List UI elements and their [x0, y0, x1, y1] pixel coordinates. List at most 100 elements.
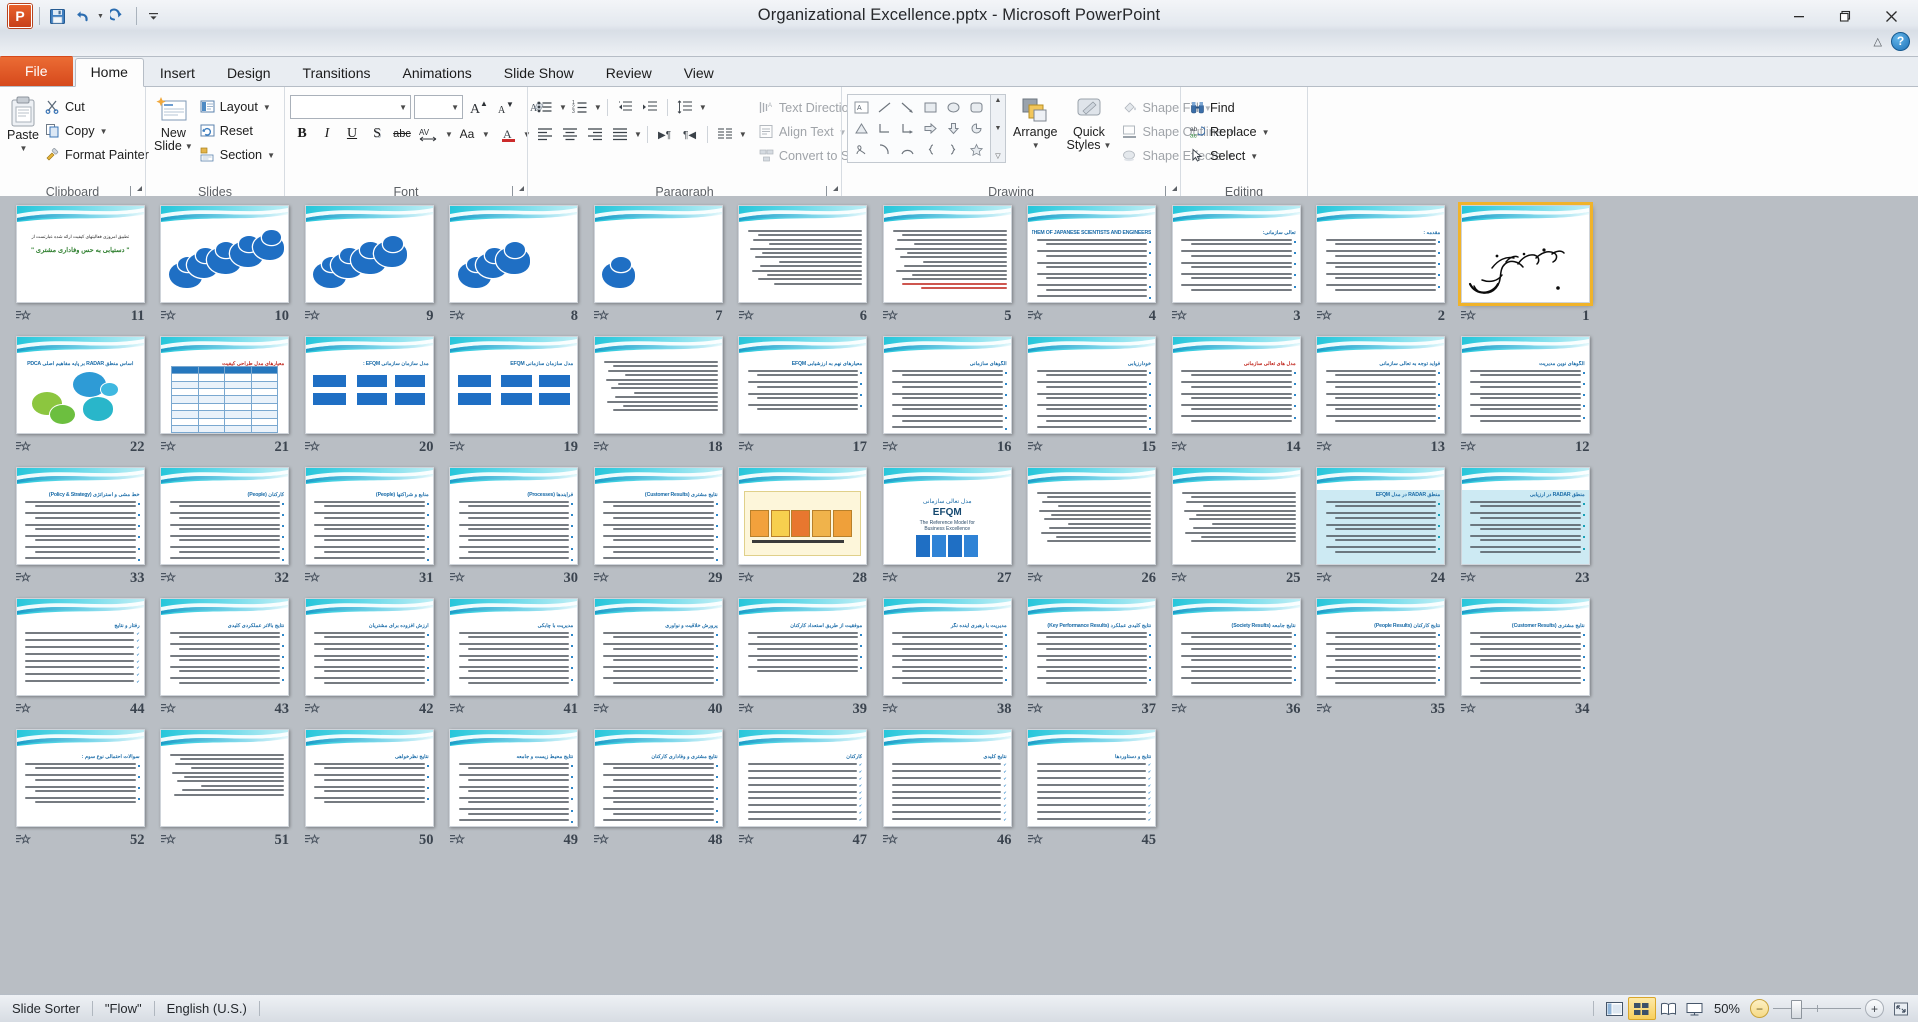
slide-cell[interactable]: مدل تعالی سازمانی EFQM The Reference Model…: [876, 467, 1019, 598]
slide-thumbnail[interactable]: مدل سازمان سازمانی EFQM: [449, 336, 579, 434]
slide-thumbnail[interactable]: منطق RADAR در مدل EFQM: [1316, 467, 1446, 565]
italic-button[interactable]: I: [315, 123, 339, 145]
shape-triangle-icon[interactable]: [850, 118, 873, 139]
character-spacing-dropdown-icon[interactable]: ▼: [445, 130, 453, 139]
gallery-scroll-down-icon[interactable]: ▼: [995, 125, 1002, 132]
slide-cell[interactable]: 8: [443, 205, 586, 336]
quick-styles-dropdown-icon[interactable]: ▼: [1104, 139, 1112, 152]
new-slide-button[interactable]: New Slide ▼: [151, 93, 196, 153]
slide-thumbnail[interactable]: منطق RADAR در ارزیابی: [1460, 467, 1590, 565]
slide-thumbnail-surface[interactable]: نتایج نظرخواهی: [304, 729, 434, 827]
slide-thumbnail-surface[interactable]: [1171, 467, 1301, 565]
slide-thumbnail-surface[interactable]: نتایج کارکنان (People Results): [1316, 598, 1446, 696]
slide-thumbnail[interactable]: نتایج جامعه (Society Results): [1171, 598, 1301, 696]
shrink-font-button[interactable]: A ▼: [493, 96, 517, 118]
slide-cell[interactable]: الگوهای نوین مدیریت 12: [1454, 336, 1597, 467]
slide-thumbnail[interactable]: [1171, 467, 1301, 565]
columns-dropdown-icon[interactable]: ▼: [739, 130, 747, 139]
slide-cell[interactable]: 1: [1454, 202, 1597, 336]
slide-thumbnail[interactable]: مقدمه :: [1316, 205, 1446, 303]
copy-button[interactable]: Copy ▼: [41, 119, 153, 143]
view-normal-button[interactable]: [1602, 998, 1628, 1019]
columns-button[interactable]: [713, 123, 737, 145]
font-color-button[interactable]: A: [497, 123, 521, 145]
bullets-button[interactable]: [533, 96, 557, 118]
slide-thumbnail-surface[interactable]: [1460, 205, 1590, 303]
slide-thumbnail-surface[interactable]: نتایج جامعه (Society Results): [1171, 598, 1301, 696]
animation-star-icon[interactable]: [449, 571, 465, 585]
shape-right-brace-icon[interactable]: [942, 139, 965, 160]
tab-insert[interactable]: Insert: [144, 59, 211, 87]
slide-cell[interactable]: تطبیق امروزی فعالیتهای کیفیت ارائه شده ع…: [9, 205, 152, 336]
animation-star-icon[interactable]: [160, 833, 176, 847]
zoom-slider[interactable]: [1773, 1000, 1861, 1019]
slide-thumbnail[interactable]: نتایج کارکنان (People Results): [1316, 598, 1446, 696]
shape-oval-icon[interactable]: [942, 97, 965, 118]
animation-star-icon[interactable]: [594, 571, 609, 585]
slide-thumbnail[interactable]: نتایج محیط زیست و جامعه: [449, 729, 579, 827]
slide-thumbnail-surface[interactable]: نتایج مشتری (Customer Results): [1460, 598, 1590, 696]
slide-thumbnail[interactable]: [449, 205, 579, 303]
numbering-dropdown-icon[interactable]: ▼: [594, 103, 602, 112]
animation-star-icon[interactable]: [160, 309, 176, 323]
slide-thumbnail[interactable]: [160, 729, 290, 827]
find-button[interactable]: Find: [1186, 96, 1273, 120]
line-spacing-dropdown-icon[interactable]: ▼: [699, 103, 707, 112]
shape-textbox-icon[interactable]: A: [850, 97, 873, 118]
slide-thumbnail[interactable]: معیارهای مدل طراحی کیفیت: [160, 336, 290, 434]
animation-star-icon[interactable]: [738, 440, 754, 454]
slide-thumbnail[interactable]: [593, 205, 723, 303]
animation-star-icon[interactable]: [1172, 309, 1187, 323]
shapes-gallery[interactable]: A: [847, 94, 991, 163]
shape-elbow-connector-icon[interactable]: [873, 118, 896, 139]
animation-star-icon[interactable]: [1027, 702, 1043, 716]
fit-to-window-button[interactable]: [1890, 999, 1912, 1019]
slide-thumbnail[interactable]: مدل سازمان سازمانی EFQM :: [304, 336, 434, 434]
zoom-out-button[interactable]: −: [1750, 999, 1769, 1018]
slide-thumbnail[interactable]: خودارزیابی: [1027, 336, 1157, 434]
slide-thumbnail[interactable]: اساس منطق RADAR بر پایه مفاهیم اصلی PDCA: [15, 336, 145, 434]
slide-cell[interactable]: 25: [1165, 467, 1308, 598]
slide-cell[interactable]: نتایج بالاتر عملکردی کلیدی 43: [154, 598, 297, 729]
slide-thumbnail-surface[interactable]: [738, 467, 868, 565]
animation-star-icon[interactable]: [883, 702, 898, 716]
animation-star-icon[interactable]: [1316, 571, 1332, 585]
slide-cell[interactable]: 10: [154, 205, 297, 336]
slide-cell[interactable]: مدیریت با رهبری آینده نگر 38: [876, 598, 1019, 729]
paste-button[interactable]: Paste ▼: [5, 93, 41, 155]
align-center-button[interactable]: [558, 123, 582, 145]
shape-arc-icon[interactable]: [873, 139, 896, 160]
animation-star-icon[interactable]: [883, 571, 898, 585]
animation-star-icon[interactable]: [738, 571, 754, 585]
help-icon[interactable]: ?: [1891, 32, 1910, 51]
slide-thumbnail-surface[interactable]: نتایج کلیدی ✔ ✔ ✔ ✔ ✔ ✔ ✔ ✔ ✔: [882, 729, 1012, 827]
slide-thumbnail-surface[interactable]: [593, 205, 723, 303]
gallery-scroll-up-icon[interactable]: ▲: [995, 97, 1002, 104]
animation-star-icon[interactable]: [160, 571, 176, 585]
bold-button[interactable]: B: [290, 123, 314, 145]
slide-thumbnail[interactable]: [1027, 467, 1157, 565]
slide-cell[interactable]: 18: [587, 336, 730, 467]
slide-thumbnail[interactable]: ارزش افزوده برای مشتریان: [304, 598, 434, 696]
slide-thumbnail-surface[interactable]: موفقیت از طریق استعداد کارکنان: [738, 598, 868, 696]
animation-star-icon[interactable]: [305, 440, 320, 454]
cut-button[interactable]: Cut: [41, 95, 153, 119]
animation-star-icon[interactable]: [1461, 440, 1476, 454]
slide-cell[interactable]: 5: [876, 205, 1019, 336]
slide-thumbnail-surface[interactable]: معیارهای مدل طراحی کیفیت: [160, 336, 290, 434]
slide-thumbnail-surface[interactable]: تعالی سازمانی:: [1171, 205, 1301, 303]
slide-thumbnail[interactable]: مدیریت با چابکی: [449, 598, 579, 696]
animation-star-icon[interactable]: [594, 833, 609, 847]
animation-star-icon[interactable]: [1027, 571, 1043, 585]
slide-thumbnail[interactable]: خط مشی و استراتژی (Policy & Strategy): [15, 467, 145, 565]
slide-thumbnail[interactable]: [304, 205, 434, 303]
slide-thumbnail[interactable]: نتایج مشتری (Customer Results): [593, 467, 723, 565]
select-dropdown-icon[interactable]: ▼: [1250, 152, 1258, 161]
animation-star-icon[interactable]: [738, 309, 754, 323]
tab-transitions[interactable]: Transitions: [287, 59, 387, 87]
font-size-dropdown-icon[interactable]: ▼: [451, 103, 459, 112]
slide-thumbnail-surface[interactable]: کارکنان (People): [160, 467, 290, 565]
slide-thumbnail-surface[interactable]: [449, 205, 579, 303]
slide-cell[interactable]: موفقیت از طریق استعداد کارکنان 39: [732, 598, 875, 729]
slide-cell[interactable]: نتایج مشتری و وفاداری کارکنان 48: [587, 729, 730, 860]
